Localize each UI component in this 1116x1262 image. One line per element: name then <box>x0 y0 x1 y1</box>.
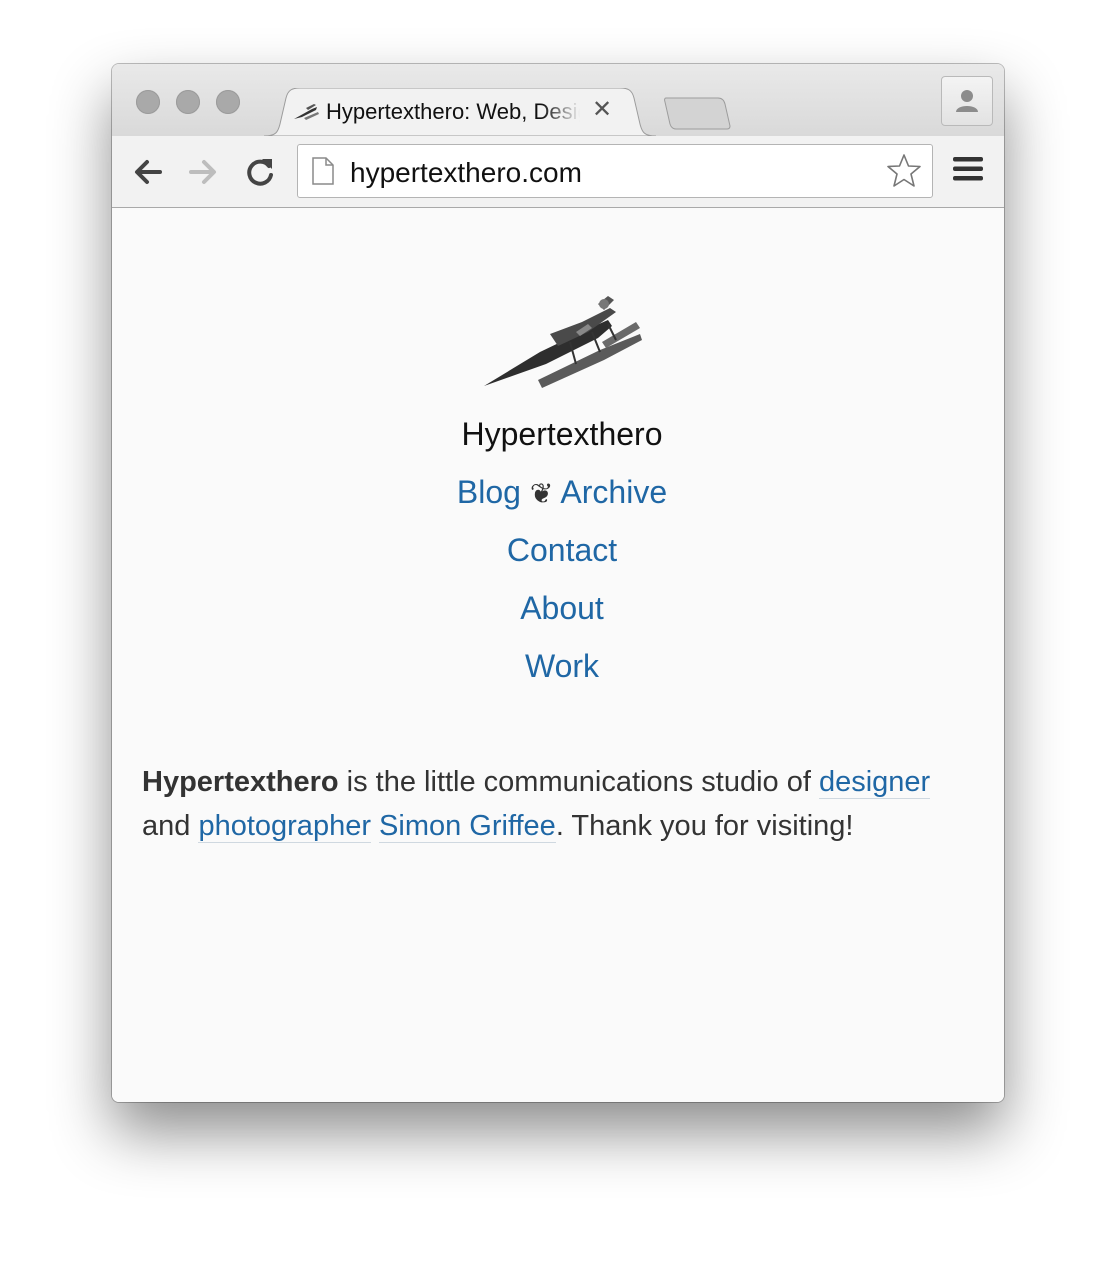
tab-title: Hypertexthero: Web, Design <box>326 99 580 124</box>
forward-arrow-icon[interactable] <box>185 154 221 190</box>
tab-active[interactable]: Hypertexthero: Web, Design ✕ <box>264 88 656 136</box>
intro-text-4: . Thank you for visiting! <box>555 810 854 842</box>
nav-contact-row: Contact <box>112 532 1004 569</box>
close-window-button[interactable] <box>136 90 160 114</box>
nav-about-row: About <box>112 590 1004 627</box>
profile-button[interactable] <box>941 76 993 126</box>
nav-blog-archive: Blog ❦ Archive <box>112 474 1004 511</box>
url-text[interactable]: hypertexthero.com <box>350 157 582 189</box>
nav-link-work[interactable]: Work <box>525 648 599 684</box>
nav-link-archive[interactable]: Archive <box>560 474 667 510</box>
browser-toolbar: hypertexthero.com <box>112 136 1004 208</box>
browser-window: Hypertexthero: Web, Design ✕ hypertexthe… <box>112 64 1004 1102</box>
page-icon <box>312 157 334 185</box>
intro-text-2: and <box>142 810 199 842</box>
link-designer[interactable]: designer <box>818 766 931 799</box>
link-simon-griffee[interactable]: Simon Griffee <box>379 810 556 843</box>
page-content: Hypertexthero Blog ❦ Archive Contact Abo… <box>112 208 1004 1102</box>
nav-work-row: Work <box>112 648 1004 685</box>
link-photographer[interactable]: photographer <box>198 810 371 843</box>
site-title: Hypertexthero <box>461 416 663 452</box>
address-bar[interactable]: hypertexthero.com <box>297 144 933 198</box>
back-arrow-icon[interactable] <box>130 154 166 190</box>
seaplane-icon <box>294 104 319 120</box>
minimize-window-button[interactable] <box>176 90 200 114</box>
intro-brand: Hypertexthero <box>142 766 339 798</box>
fleuron-icon: ❦ <box>529 478 554 509</box>
nav-link-about[interactable]: About <box>520 590 604 626</box>
nav-link-blog[interactable]: Blog <box>457 474 521 510</box>
hamburger-menu-icon[interactable] <box>952 154 984 184</box>
nav-link-contact[interactable]: Contact <box>507 532 617 568</box>
intro-text-1: is the little communications studio of <box>338 766 819 798</box>
new-tab-button[interactable] <box>664 96 734 130</box>
star-icon[interactable] <box>886 153 922 189</box>
intro-text-3 <box>371 810 379 842</box>
close-tab-icon[interactable]: ✕ <box>592 98 612 122</box>
person-icon <box>956 90 978 112</box>
reload-icon[interactable] <box>242 154 278 190</box>
intro-paragraph: Hypertexthero is the little communicatio… <box>142 760 982 848</box>
seaplane-logo[interactable] <box>480 294 644 388</box>
tab-strip: Hypertexthero: Web, Design ✕ <box>112 64 1004 136</box>
zoom-window-button[interactable] <box>216 90 240 114</box>
